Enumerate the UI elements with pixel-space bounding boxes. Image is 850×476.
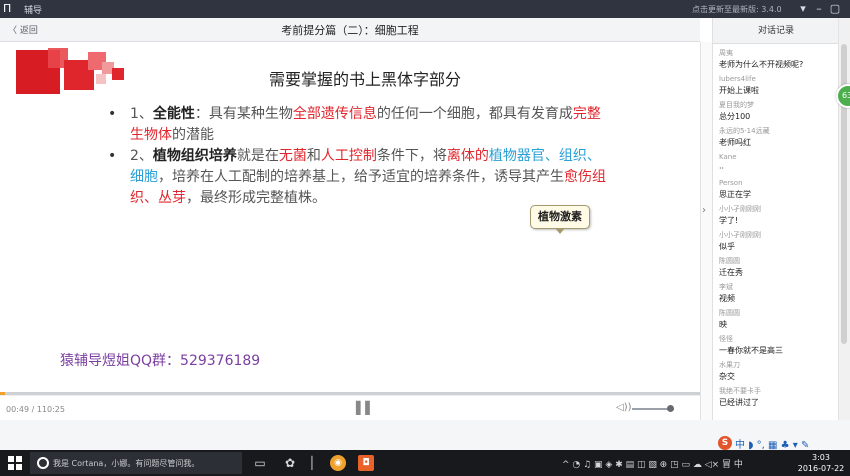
chat-message: 小小孑刚刚刚 似乎 [719, 230, 837, 256]
chevron-right-icon[interactable]: › [702, 205, 706, 216]
panel-toggle[interactable] [700, 42, 712, 420]
chat-message-author: lubers4life [719, 75, 756, 83]
chat-message-text: 老师为什么不开视频呢? [719, 60, 804, 69]
chat-message-text: 已经讲过了 [719, 398, 759, 407]
chat-message-text: 总分100 [719, 112, 751, 121]
chat-message: 夏目我的梦总分100 [719, 100, 837, 126]
chat-message-text: 老师吗红 [719, 138, 751, 147]
browser-icon[interactable]: ◉ [330, 455, 346, 471]
chat-message-author: 夏目我的梦 [719, 101, 754, 109]
clock-time: 3:03 [812, 453, 830, 462]
slide-area: 需要掌握的书上黑体字部分 • 1、全能性：具有某种生物全部遗传信息的任何一个细胞… [0, 42, 700, 394]
chat-message-author: 怪怪 [719, 335, 733, 343]
chat-message: Person 思正在学 [719, 178, 837, 204]
chat-panel: 对话记录 周夷 老师为什么不开视频呢? lubers4life 开始上课啦 夏目我的梦总… [712, 18, 838, 420]
bullet-dot: • [108, 106, 117, 122]
chat-message-text: 学了! [719, 216, 739, 225]
chat-message-author: 陈圆圆 [719, 257, 740, 265]
chat-message-text: 杂交 [719, 372, 735, 381]
chat-message-text: ·· [719, 164, 725, 173]
tutoring-app-icon[interactable]: ◘ [358, 455, 374, 471]
app-name: 辅导 [24, 6, 43, 16]
playback-time: 00:49 / 110:25 [6, 405, 65, 414]
chat-message-author: Kane [719, 153, 737, 161]
chat-message-text: 迁在秀 [719, 268, 743, 277]
lesson-title: 考前提分篇（二）：细胞工程 [281, 24, 419, 37]
chat-message-author: 永远的5·14远藏 [719, 127, 770, 135]
maximize-button[interactable]: ▢ [828, 2, 842, 16]
menu-dropdown-icon[interactable]: ▾ [796, 2, 810, 16]
taskbar-clock[interactable]: 3:03 2016-07-22 [796, 452, 846, 474]
bullet-item-tissue-culture: 2、植物组织培养就是在无菌和人工控制条件下，将离体的植物器官、组织、细胞，培养在… [130, 148, 606, 206]
chat-message-text: 似乎 [719, 242, 735, 251]
qq-group-text: 猿辅导煜姐QQ群：529376189 [60, 353, 261, 369]
annotation-bubble: 植物激素 [530, 205, 590, 229]
sogou-ime-icon[interactable]: S [718, 436, 732, 450]
cortana-icon [37, 457, 49, 469]
slide-heading: 需要掌握的书上黑体字部分 [268, 70, 461, 89]
chat-message: 怪怪一春你就不是高三 [719, 334, 837, 360]
task-view-icon[interactable]: ▭ [252, 455, 268, 471]
chat-message-text: 映 [719, 320, 727, 329]
chat-message: 永远的5·14远藏 老师吗红 [719, 126, 837, 152]
minimize-button[interactable]: – [812, 2, 826, 16]
chat-message: 陈圆圆映 [719, 308, 837, 334]
chat-message: Kane ·· [719, 152, 837, 178]
lesson-header: 考前提分篇（二）：细胞工程 〈 返回 [0, 18, 700, 42]
separator-icon: │ [308, 456, 316, 470]
chat-message-text: 一春你就不是高三 [719, 346, 783, 355]
chat-header: 对话记录 [713, 18, 838, 44]
cortana-placeholder: 我是 Cortana，小娜。有问题尽管问我。 [53, 459, 200, 468]
chat-message: 我绝不要卡手 已经讲过了 [719, 386, 837, 412]
app-logo-icon: Π [3, 2, 12, 15]
volume-icon[interactable]: ◁)) [616, 402, 632, 413]
chat-message-author: 小小孑刚刚刚 [719, 205, 761, 213]
chat-message-text: 思正在学 [719, 190, 751, 199]
chat-message: 周夷老师为什么不开视频呢? [719, 48, 837, 74]
bullet-dot: • [108, 148, 117, 164]
volume-slider-handle[interactable] [666, 405, 674, 412]
chat-message-author: 水果刀 [719, 361, 740, 369]
system-tray-icons[interactable]: ^ ◔ ♫ ▣ ◈ ✱ ▤ ◫ ▧ ⊕ ◳ ▭ ☁ ◁× 冒 中 [562, 457, 743, 470]
player-controls: 00:49 / 110:25 ▌▌ ◁)) [0, 395, 700, 420]
chat-message: 小小孑刚刚刚 学了! [719, 204, 837, 230]
chat-message-text: 开始上课啦 [719, 86, 759, 95]
chat-message-author: 周夷 [719, 49, 733, 57]
chat-message: 陈圆圆 迁在秀 [719, 256, 837, 282]
app-icon[interactable]: ✿ [282, 455, 298, 471]
chat-message: lubers4life 开始上课啦 [719, 74, 837, 100]
chat-message-author: 我绝不要卡手 [719, 387, 761, 395]
back-button[interactable]: 〈 返回 [8, 23, 38, 36]
chat-message-author: 陈圆圆 [719, 309, 740, 317]
clock-date: 2016-07-22 [797, 464, 845, 473]
chat-message: 李斌 视频 [719, 282, 837, 308]
chat-message-text: 视频 [719, 294, 735, 303]
annotation-bubble-tail [555, 228, 565, 234]
chat-message: 水果刀 杂交 [719, 360, 837, 386]
pause-icon[interactable]: ▌▌ [356, 401, 374, 415]
chat-message-author: Person [719, 179, 743, 187]
windows-start-icon[interactable] [8, 456, 22, 470]
chat-message-author: 李斌 [719, 283, 733, 291]
chat-message-author: 小小孑刚刚刚 [719, 231, 761, 239]
update-link[interactable]: 点击更新至最新版: 3.4.0 [692, 4, 782, 15]
bullet-item-totipotency: 1、全能性：具有某种生物全部遗传信息的任何一个细胞，都具有发育成完整生物体的潜能 [130, 106, 601, 143]
title-bar: Π 辅导 点击更新至最新版: 3.4.0 ▾ – ▢ [0, 0, 850, 18]
